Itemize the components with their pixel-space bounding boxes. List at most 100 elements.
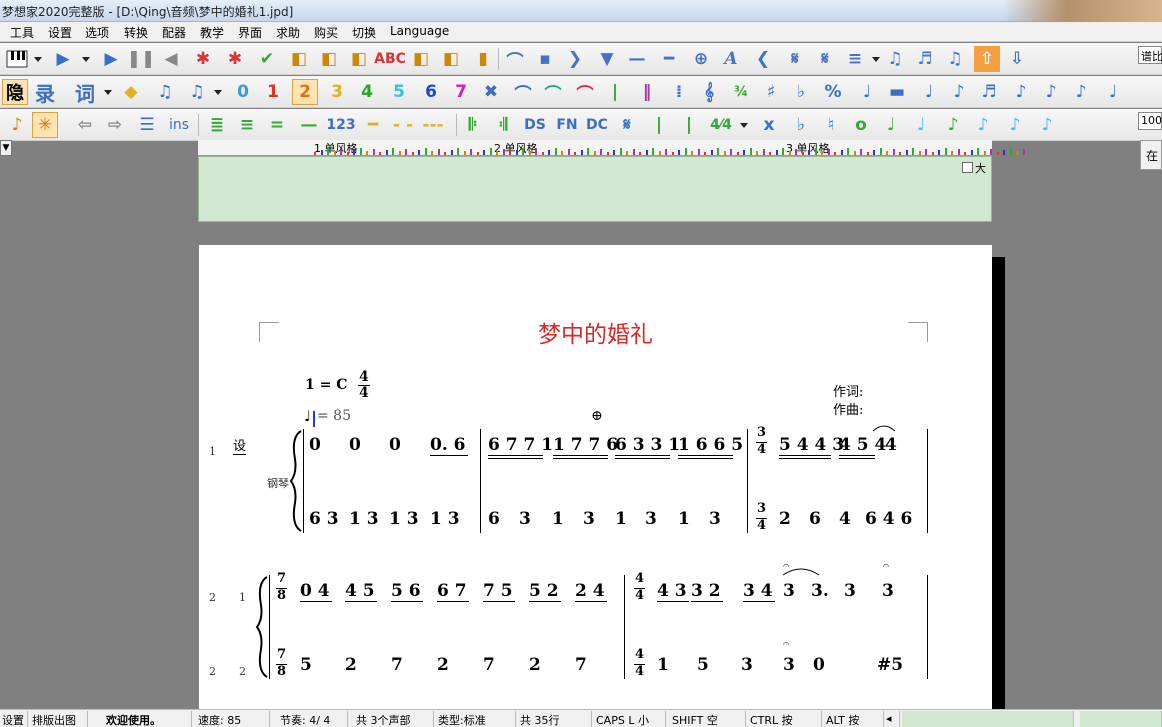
digit-4-button[interactable]: 4 <box>354 79 380 105</box>
thirtysecond-note2-icon[interactable]: ♪ <box>1002 112 1028 138</box>
ts-change-num[interactable]: 3 <box>757 425 766 440</box>
ts-den[interactable]: 8 <box>277 664 286 679</box>
note-group[interactable]: 6 4 6 <box>865 509 912 529</box>
note[interactable]: 4 <box>839 509 851 529</box>
note[interactable]: 3 <box>709 509 721 529</box>
quarter-note-icon[interactable]: ♩ <box>854 79 880 105</box>
segno-add-icon[interactable]: 𝄋 <box>782 46 808 72</box>
time-sig-num[interactable]: 4 <box>359 369 369 385</box>
note-group[interactable]: 0 <box>309 435 321 455</box>
composer-label[interactable]: 作曲: <box>833 399 863 418</box>
right-panel[interactable]: 在 <box>1140 140 1162 170</box>
repeat-end-icon[interactable]: 𝄇 <box>490 112 516 138</box>
eighth-note-icon[interactable]: ♪ <box>946 79 972 105</box>
checkbox-icon[interactable] <box>962 162 973 173</box>
menu-orchestrate[interactable]: 配器 <box>162 24 186 41</box>
note[interactable]: 3 <box>583 509 595 529</box>
score-page[interactable]: 梦中的婚礼 1 = C 4 4 ♩ = 85 作词: 作曲: 设 1 钢琴 0 … <box>199 245 992 715</box>
chevron-left-icon[interactable]: ◂ <box>884 711 900 727</box>
note-group[interactable]: 7 5 <box>483 581 513 601</box>
note[interactable]: 3 <box>882 581 894 601</box>
digit-2-button[interactable]: 2 <box>292 79 318 105</box>
note[interactable]: 5 <box>300 655 312 675</box>
chevron-down-icon[interactable] <box>740 123 748 128</box>
chevron-down-icon[interactable]: ▼ <box>0 140 12 156</box>
note-group[interactable]: 4 5 <box>345 581 375 601</box>
chevron-down-icon[interactable] <box>82 57 90 62</box>
level-meter-icon[interactable]: ▮ <box>470 46 496 72</box>
dc-button[interactable]: DC <box>584 112 610 138</box>
large-checkbox[interactable]: 大 <box>962 160 992 175</box>
sixteenth-notes-icon[interactable]: ♫ <box>184 79 210 105</box>
ts-change-den[interactable]: 4 <box>757 518 766 533</box>
chevron-down-icon[interactable] <box>872 57 880 62</box>
note[interactable]: 1 <box>657 655 669 675</box>
note[interactable]: 3 <box>783 581 795 601</box>
dotted-note-icon[interactable]: ♪ <box>1068 79 1094 105</box>
ts-num[interactable]: 4 <box>635 647 644 662</box>
eraser-icon[interactable]: ◆ <box>118 79 144 105</box>
menu-teaching[interactable]: 教学 <box>200 24 224 41</box>
coda-icon[interactable]: ⊕ <box>688 46 714 72</box>
tie-icon[interactable]: ⌒ <box>540 79 566 105</box>
ts-change-den[interactable]: 4 <box>757 442 766 457</box>
lines-1-icon[interactable]: — <box>296 112 322 138</box>
key-signature[interactable]: 1 = C <box>305 377 347 393</box>
note[interactable]: 2 <box>529 655 541 675</box>
digit-0-button[interactable]: 0 <box>230 79 256 105</box>
chevron-down-icon[interactable] <box>104 90 112 95</box>
status-layout-tab[interactable]: 排版出图 <box>30 711 88 727</box>
segno-icon[interactable]: 𝄋 <box>614 112 640 138</box>
tempo-marking[interactable]: = 85 <box>317 408 351 424</box>
note[interactable]: 3 <box>645 509 657 529</box>
quarter-note2-icon[interactable]: ♩ <box>908 112 934 138</box>
note[interactable]: 5 <box>697 655 709 675</box>
segno-remove-icon[interactable]: 𝄋 <box>812 46 838 72</box>
repeat-bar-icon[interactable]: ⁞ <box>666 79 692 105</box>
sixtyfourth-note-icon[interactable]: ♪ <box>1034 112 1060 138</box>
note-group[interactable]: 1 3 <box>349 509 379 529</box>
lyricist-label[interactable]: 作词: <box>833 381 863 400</box>
dash-yellow-icon[interactable]: ━ <box>360 112 386 138</box>
ds-button[interactable]: DS <box>522 112 548 138</box>
arrow-up-icon[interactable]: ◧ <box>408 46 434 72</box>
note[interactable]: 3 <box>519 509 531 529</box>
barline-icon[interactable]: | <box>602 79 628 105</box>
dot-icon[interactable]: ▪ <box>532 46 558 72</box>
beam2-icon[interactable]: ♫ <box>942 46 968 72</box>
menu-interface[interactable]: 界面 <box>238 24 262 41</box>
menu-tools[interactable]: 工具 <box>10 24 34 41</box>
solo-icon[interactable]: ✱ <box>222 46 248 72</box>
long-dash-icon[interactable]: ━ <box>656 46 682 72</box>
note[interactable]: 2 <box>437 655 449 675</box>
digit-1-button[interactable]: 1 <box>260 79 286 105</box>
import-icon[interactable]: ⇧ <box>974 46 1000 72</box>
ts-num[interactable]: 7 <box>277 647 286 662</box>
digit-3-button[interactable]: 3 <box>324 79 350 105</box>
lines-4-icon[interactable]: ≣ <box>204 112 230 138</box>
menu-language[interactable]: Language <box>390 24 449 38</box>
double-bar-icon[interactable]: ‖ <box>634 79 660 105</box>
mute-icon[interactable]: ✱ <box>190 46 216 72</box>
lyric-button[interactable]: 词 <box>72 79 98 106</box>
ts-num[interactable]: 7 <box>277 571 286 586</box>
time-sig-icon[interactable]: ¾ <box>728 79 754 105</box>
note-group[interactable]: 4 <box>885 435 897 455</box>
whole-note-icon[interactable]: o <box>848 112 874 138</box>
grace-note-icon[interactable]: ♪ <box>1038 79 1064 105</box>
note[interactable]: 1 <box>552 509 564 529</box>
note-group[interactable]: 1 3 <box>430 509 460 529</box>
sparkle-icon[interactable]: ✳ <box>32 112 58 138</box>
lines-3-icon[interactable]: ≡ <box>234 112 260 138</box>
chevron-down-icon[interactable] <box>34 57 42 62</box>
note-group[interactable]: 0 <box>349 435 361 455</box>
ts-den[interactable]: 4 <box>635 664 644 679</box>
arrow-flag-icon[interactable]: ◧ <box>438 46 464 72</box>
dashes3-icon[interactable]: --- <box>420 112 446 138</box>
status-settings-tab[interactable]: 设置 <box>0 711 28 727</box>
note-group[interactable]: 3 2 <box>691 581 721 601</box>
pause-icon[interactable]: ❚❚ <box>127 46 156 72</box>
arrow-left-icon[interactable]: ⇦ <box>72 112 98 138</box>
align-icon[interactable]: ☰ <box>134 112 160 138</box>
note-group[interactable]: 1 3 <box>389 509 419 529</box>
